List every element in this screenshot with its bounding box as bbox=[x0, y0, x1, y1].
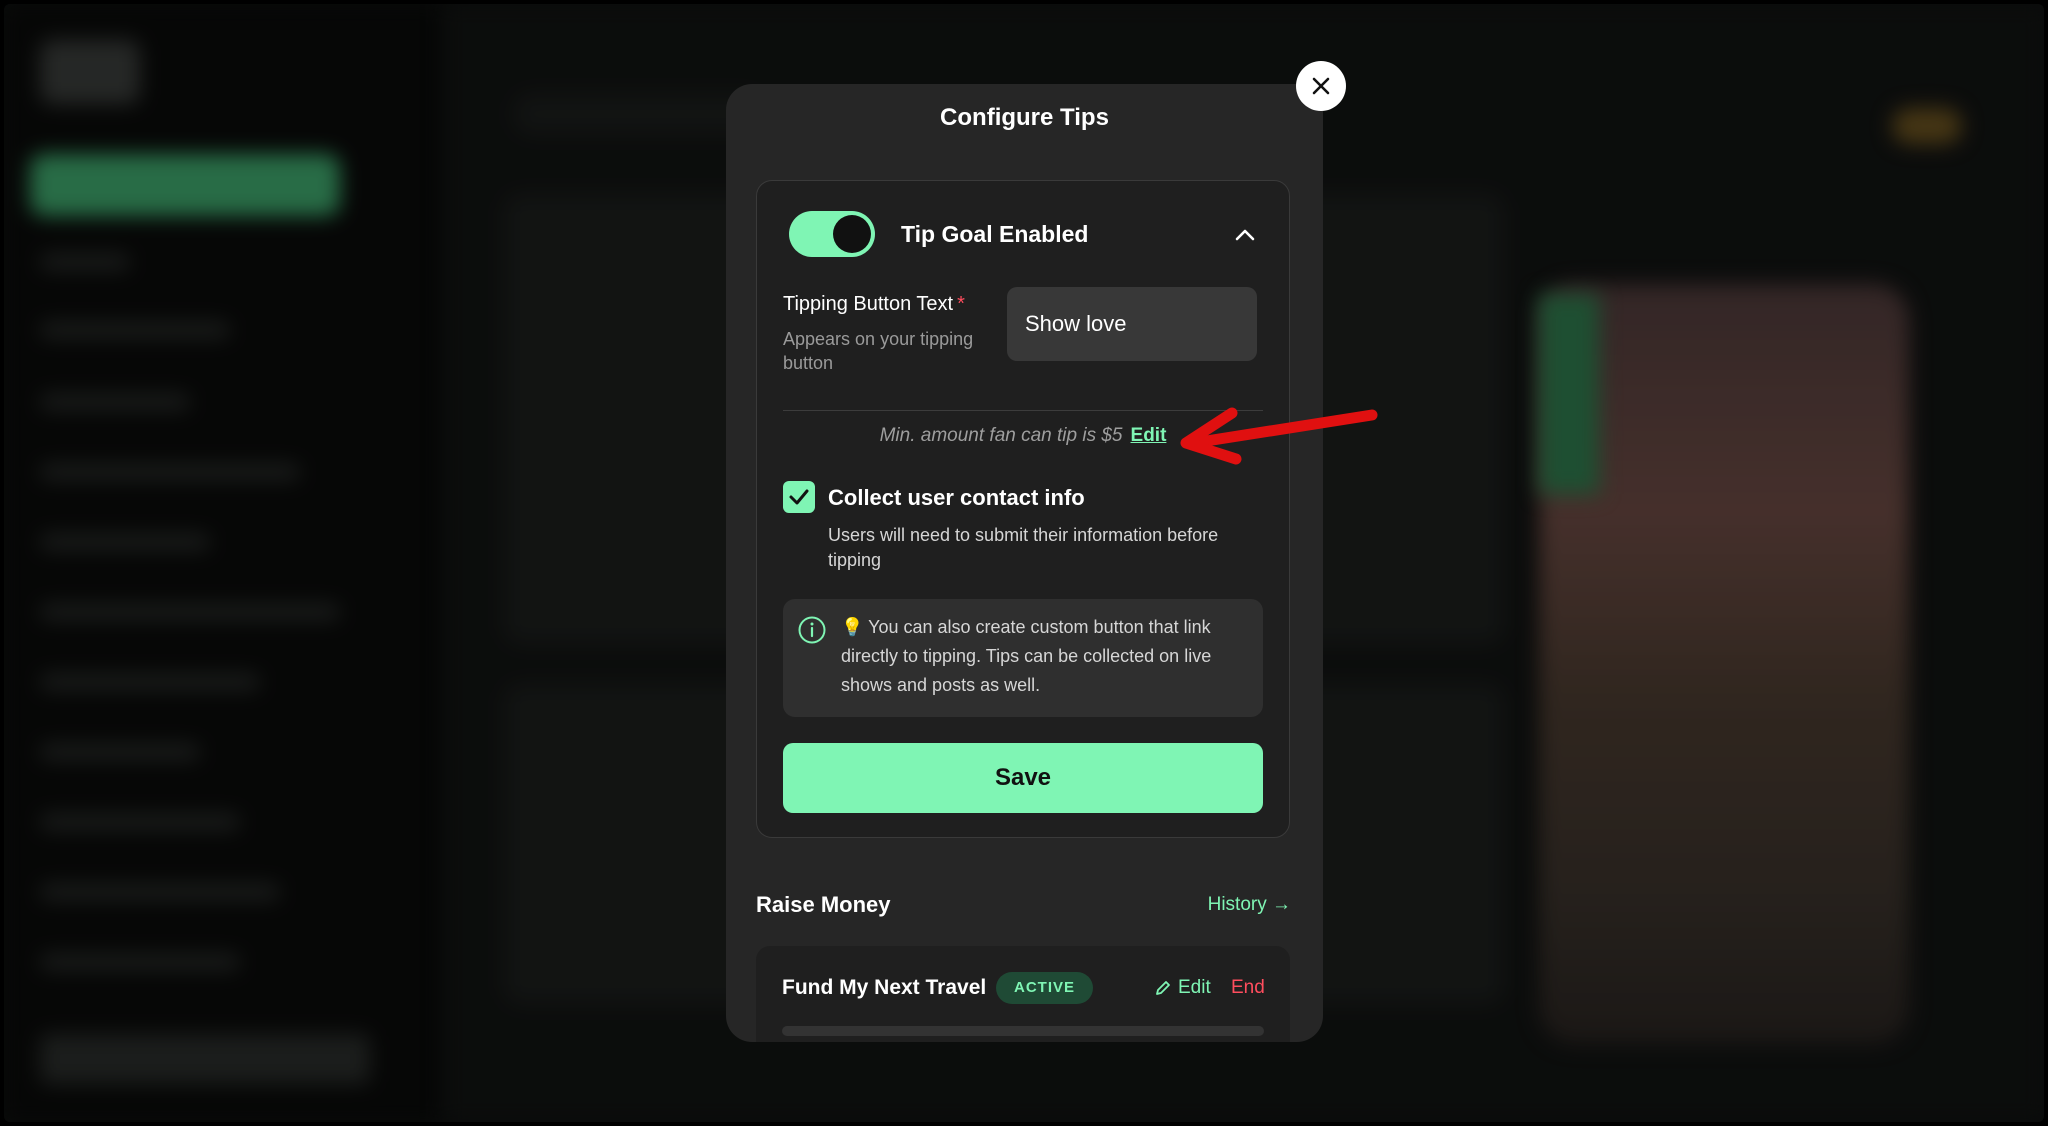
checkmark-icon bbox=[789, 489, 809, 505]
min-amount-text: Min. amount fan can tip is $5 bbox=[879, 425, 1123, 446]
modal-title: Configure Tips bbox=[940, 104, 1109, 131]
tip-goal-label: Tip Goal Enabled bbox=[901, 221, 1089, 247]
pencil-icon bbox=[1156, 981, 1170, 995]
required-mark: * bbox=[957, 293, 965, 315]
chevron-up-icon[interactable] bbox=[1231, 221, 1259, 249]
close-button[interactable] bbox=[1296, 61, 1346, 111]
raise-money-title: Raise Money bbox=[756, 892, 891, 917]
tipping-button-text-label: Tipping Button Text * bbox=[783, 293, 965, 315]
collect-contact-label: Collect user contact info bbox=[828, 485, 1085, 510]
fund-progress-bar bbox=[782, 1026, 1264, 1036]
fund-card: Fund My Next Travel ACTIVE Edit End bbox=[756, 946, 1290, 1042]
annotation-arrow bbox=[1180, 407, 1378, 465]
fund-edit-button[interactable]: Edit bbox=[1154, 977, 1211, 999]
tipping-button-text-help: Appears on your tipping button bbox=[783, 329, 974, 373]
fund-title: Fund My Next Travel bbox=[782, 976, 987, 999]
configure-tips-modal: Configure Tips Tip Goal Enabled Tipping … bbox=[726, 84, 1323, 1042]
info-icon bbox=[798, 616, 826, 644]
info-text: 💡 You can also create custom button that… bbox=[841, 617, 1212, 695]
close-icon bbox=[1312, 77, 1330, 95]
collect-contact-help: Users will need to submit their informat… bbox=[828, 525, 1219, 570]
history-link[interactable]: History → bbox=[1208, 894, 1291, 916]
fund-edit-label: Edit bbox=[1178, 977, 1211, 998]
tipping-button-text-input[interactable] bbox=[1007, 287, 1257, 361]
tip-goal-toggle[interactable] bbox=[789, 211, 875, 257]
fund-end-button[interactable]: End bbox=[1231, 977, 1265, 999]
collect-contact-checkbox[interactable] bbox=[783, 481, 815, 513]
min-amount-edit-link[interactable]: Edit bbox=[1131, 425, 1167, 446]
save-button[interactable]: Save bbox=[783, 743, 1263, 813]
info-box: 💡 You can also create custom button that… bbox=[783, 599, 1263, 717]
status-badge: ACTIVE bbox=[996, 972, 1094, 1004]
toggle-knob bbox=[833, 215, 871, 253]
tip-goal-card: Tip Goal Enabled Tipping Button Text * Ap… bbox=[756, 180, 1290, 838]
